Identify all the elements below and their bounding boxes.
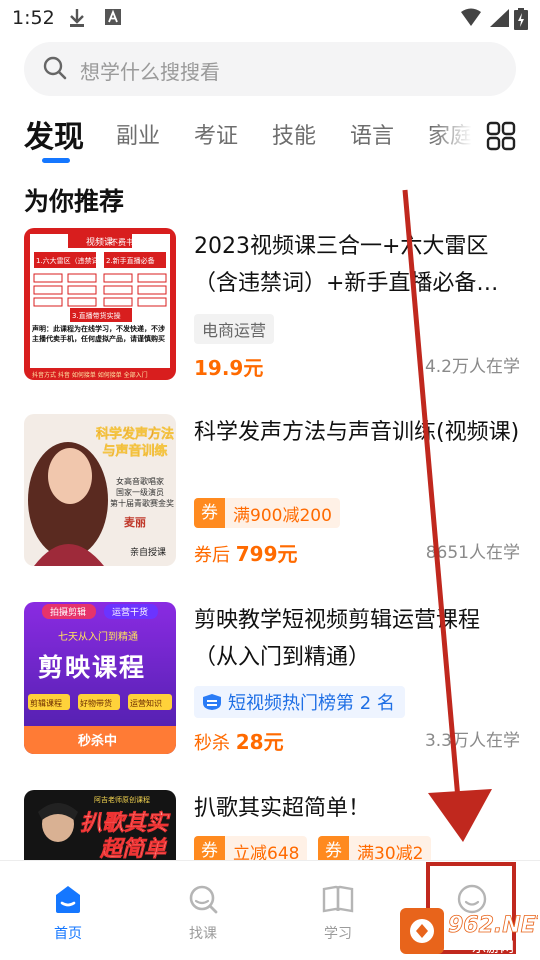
search-course-icon [189, 885, 218, 914]
course-price: 19.9元 [194, 356, 264, 380]
coupon-badge: 券 [194, 498, 225, 528]
status-bar: 1:52 [0, 0, 540, 36]
thumb-line3: 第十届青歌赛金奖 [110, 498, 174, 508]
search-icon [43, 56, 67, 80]
search-placeholder: 想学什么搜搜看 [80, 60, 220, 84]
learner-count: 3.3万人在学 [424, 731, 520, 751]
nav-label: 学习 [324, 926, 352, 942]
category-tabs: 发现 副业 考证 技能 语言 家庭 [0, 108, 540, 168]
thumb-head-right: 不费书 [110, 237, 134, 247]
thumb-box3: 3.直播带货实操 [72, 311, 121, 320]
price-row: 券后 799元 [194, 538, 297, 567]
price-row: 秒杀 28元 [194, 726, 284, 755]
coupon-tag: 券 满900减200 [194, 498, 340, 528]
course-title: 扒歌其实超简单！ [194, 796, 371, 821]
thumb-chip1: 剪辑课程 [30, 698, 62, 708]
section-title: 为你推荐 [24, 187, 125, 216]
course-thumbnail: 视频课 不费书 1.六大雷区（违禁词等） 2.新手直播必备 3.直播带货实操 声… [24, 228, 176, 380]
thumb-footer: 抖音方式 抖音 如何接单 如何接单 全部入门 [32, 371, 148, 379]
thumb-main2: 超简单 [99, 836, 168, 862]
thumb-head-left: 视频课 [86, 236, 113, 248]
book-icon [322, 885, 354, 913]
signal-icon [490, 9, 509, 27]
course-title: 科学发声方法与声音训练(视频课) [194, 420, 520, 445]
thumb-pill2: 运营干货 [112, 606, 148, 618]
course-card[interactable]: 拍摄剪辑 运营干货 七天从入门到精通 剪映课程 剪辑课程 好物带货 运营知识 秒… [24, 602, 524, 762]
tabs-fade [432, 108, 472, 164]
thumb-chip2: 好物带货 [80, 698, 112, 708]
learner-count: 8651人在学 [425, 543, 520, 563]
all-categories-button[interactable] [472, 108, 530, 164]
wifi-icon [461, 8, 481, 26]
nav-home[interactable]: 首页 [18, 861, 118, 960]
thumb-pill1: 拍摄剪辑 [50, 606, 86, 618]
status-time: 1:52 [12, 7, 55, 29]
thumb-main1: 扒歌其实 [80, 810, 171, 836]
active-tab-indicator [42, 158, 70, 163]
nav-study[interactable]: 学习 [288, 861, 388, 960]
watermark-sub: 乐游网 [472, 940, 514, 956]
price-prefix: 秒杀 [194, 733, 230, 754]
thumb-name: 麦丽 [124, 515, 146, 529]
thumb-line1: 女高音歌唱家 [116, 476, 164, 486]
price-row: 19.9元 [194, 352, 263, 381]
thumb-box2: 2.新手直播必备 [106, 256, 155, 265]
home-icon [56, 886, 80, 913]
grid-icon [486, 121, 516, 151]
price-prefix: 券后 [194, 545, 230, 566]
course-title: 剪映教学短视频剪辑运营课程（从入门到精通） [194, 608, 481, 670]
download-icon [70, 9, 84, 27]
text-notification-icon [105, 9, 121, 25]
course-thumbnail: 科学发声方法与声音训练 女高音歌唱家 国家一级演员 第十届青歌赛金奖 麦丽 亲自… [24, 414, 176, 566]
thumb-footer: 秒杀中 [78, 733, 117, 749]
learner-count: 4.2万人在学 [424, 357, 520, 377]
thumb-notice: 声明：此课程为在线学习，不发快递，不涉主播代卖手机，任何虚拟产品，请谨慎购买 [32, 325, 165, 343]
tab-skills[interactable]: 技能 [272, 118, 316, 150]
watermark-logo: 962.NET 乐游网 [400, 904, 540, 958]
ranking-icon [203, 694, 221, 710]
nav-label: 找课 [189, 926, 217, 942]
tab-side-job[interactable]: 副业 [116, 118, 160, 150]
nav-label: 首页 [54, 926, 82, 942]
rank-tag: 短视频热门榜第 2 名 [194, 686, 405, 718]
watermark-brand: 962.NET [448, 913, 538, 938]
category-tag: 电商运营 [194, 314, 275, 344]
search-bar[interactable]: 想学什么搜搜看 [24, 42, 516, 96]
tab-discover[interactable]: 发现 [24, 112, 84, 156]
battery-icon [514, 8, 528, 30]
tab-language[interactable]: 语言 [350, 118, 394, 150]
thumb-sign: 亲自授课 [130, 546, 166, 558]
thumb-line2: 国家一级演员 [116, 487, 164, 497]
coupon-text: 满900减200 [233, 505, 332, 526]
thumb-box1: 1.六大雷区（违禁词等） [36, 256, 113, 265]
nav-find-course[interactable]: 找课 [153, 861, 253, 960]
course-price: 799元 [235, 542, 298, 566]
course-thumbnail: 拍摄剪辑 运营干货 七天从入门到精通 剪映课程 剪辑课程 好物带货 运营知识 秒… [24, 602, 176, 754]
tab-certification[interactable]: 考证 [194, 118, 238, 150]
course-price: 28元 [235, 730, 284, 754]
thumb-chip3: 运营知识 [130, 698, 162, 708]
thumb-sub: 七天从入门到精通 [58, 630, 138, 643]
rank-text: 短视频热门榜第 2 名 [228, 693, 395, 714]
course-card[interactable]: 科学发声方法与声音训练 女高音歌唱家 国家一级演员 第十届青歌赛金奖 麦丽 亲自… [24, 414, 524, 574]
thumb-top: 阿吉老师原创课程 [94, 795, 150, 804]
course-card[interactable]: 视频课 不费书 1.六大雷区（违禁词等） 2.新手直播必备 3.直播带货实操 声… [24, 228, 524, 388]
course-title: 2023视频课三合一+六大雷区（含违禁词）+新手直播必备… [194, 234, 499, 296]
thumb-main: 剪映课程 [38, 653, 146, 682]
thumb-headline: 科学发声方法与声音训练 [96, 427, 174, 459]
